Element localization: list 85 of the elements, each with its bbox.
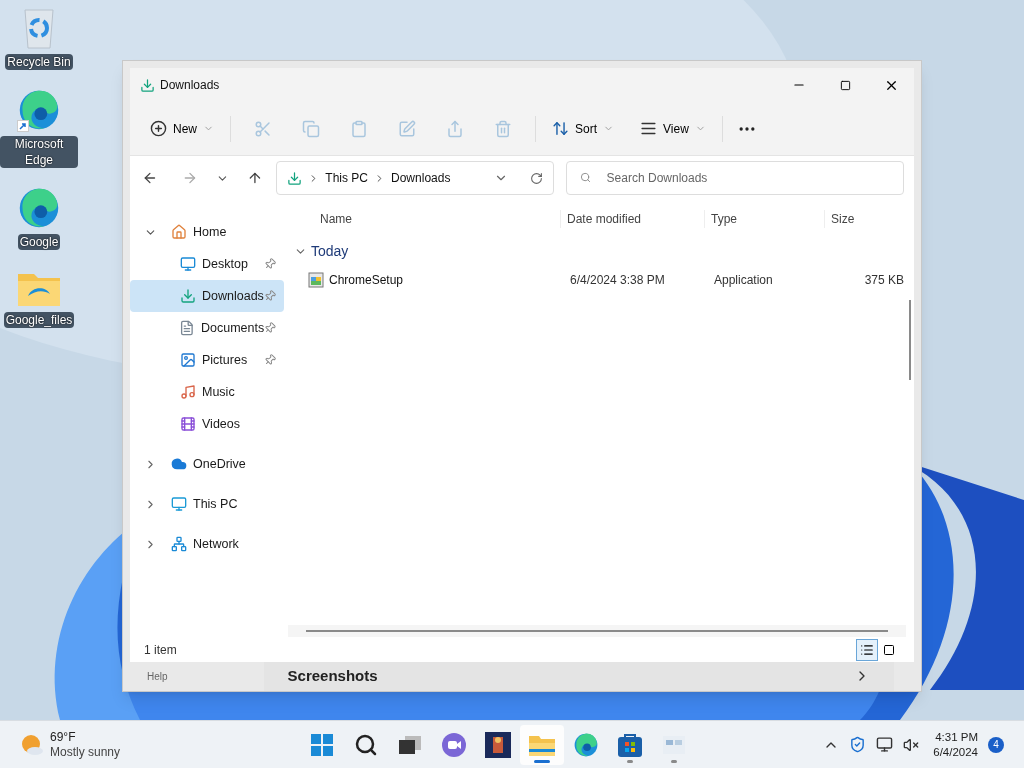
download-icon xyxy=(180,288,196,304)
nav-item[interactable]: Network xyxy=(130,528,284,560)
music-icon xyxy=(180,384,196,400)
column-header[interactable]: Name xyxy=(320,210,560,228)
nav-label: Videos xyxy=(202,415,241,433)
nav-label: Documents xyxy=(200,319,265,337)
new-button[interactable]: New xyxy=(142,112,222,145)
nav-item[interactable]: OneDrive xyxy=(130,448,284,480)
download-icon xyxy=(287,170,303,186)
screenshots-row[interactable]: Screenshots xyxy=(263,661,894,691)
nav-label: Music xyxy=(202,383,236,401)
search-icon[interactable] xyxy=(354,732,379,757)
video-icon xyxy=(180,416,196,432)
chat-icon[interactable] xyxy=(441,731,468,758)
table-cell-text: 375 KB xyxy=(863,272,904,289)
maximize-icon xyxy=(839,79,851,91)
icon-label[interactable]: Google_files xyxy=(3,312,75,328)
back-icon[interactable] xyxy=(142,170,158,186)
view-button[interactable]: View xyxy=(632,112,714,145)
search-field[interactable]: Search Downloads xyxy=(565,161,904,195)
nav-item[interactable]: Documents xyxy=(130,312,284,344)
start-icon[interactable] xyxy=(310,732,335,757)
task-view-icon[interactable] xyxy=(398,734,423,755)
table-cell-text: Application xyxy=(713,272,774,289)
nav-label: Downloads xyxy=(202,287,264,305)
edge-icon[interactable] xyxy=(17,186,61,230)
document-icon xyxy=(179,320,195,336)
column-header[interactable]: Size xyxy=(824,210,902,228)
nav-label: OneDrive xyxy=(193,455,247,473)
nav-item[interactable]: Home xyxy=(130,216,284,248)
nav-label: Network xyxy=(193,535,240,553)
breadcrumb[interactable]: This PC xyxy=(325,169,369,187)
group-header[interactable]: Today xyxy=(311,240,349,262)
nav-item[interactable]: Pictures xyxy=(130,344,284,376)
monitor-icon xyxy=(171,496,187,512)
nav-item[interactable]: Videos xyxy=(130,408,284,440)
horizontal-scrollbar[interactable] xyxy=(288,625,906,637)
weather-text: Mostly sunny xyxy=(50,744,121,760)
icon-label[interactable]: Microsoft Edge xyxy=(0,136,78,168)
nav-item[interactable]: This PC xyxy=(130,488,284,520)
plus-icon xyxy=(150,120,167,137)
nav-item[interactable]: Desktop xyxy=(130,248,284,280)
nav-label: Desktop xyxy=(202,255,249,273)
shortcut-arrow-icon xyxy=(17,120,29,132)
desktop-icon xyxy=(180,256,196,272)
nav-label: Pictures xyxy=(202,351,249,369)
clock[interactable]: 4:31 PM 6/4/2024 xyxy=(933,729,978,760)
home-icon xyxy=(171,224,187,240)
address-bar[interactable]: This PC Downloads xyxy=(276,161,554,195)
notification-badge[interactable]: 4 xyxy=(988,736,1004,753)
picture-icon xyxy=(180,352,196,368)
nav-item[interactable]: Downloads xyxy=(130,280,284,312)
square-icon xyxy=(883,643,895,656)
column-header[interactable]: Date modified xyxy=(560,210,704,228)
window-title: Downloads xyxy=(160,77,220,94)
download-icon xyxy=(140,77,155,93)
details-view-button[interactable] xyxy=(856,638,878,661)
icon-label[interactable]: Google xyxy=(17,234,61,250)
icon-label[interactable]: Recycle Bin xyxy=(5,54,73,70)
search-icon xyxy=(579,172,591,183)
sort-button[interactable]: Sort xyxy=(544,112,623,145)
column-header[interactable]: Type xyxy=(704,210,824,228)
edge-icon[interactable] xyxy=(17,88,61,132)
breadcrumb[interactable]: Downloads xyxy=(391,169,451,187)
lines-icon xyxy=(640,120,658,137)
network-icon xyxy=(171,536,187,552)
help-link[interactable]: Help xyxy=(147,668,168,684)
sort-icon xyxy=(552,120,569,137)
temperature: 69°F xyxy=(50,729,77,745)
file-name[interactable]: ChromeSetup xyxy=(329,271,564,289)
nav-label: Home xyxy=(193,223,228,241)
store-icon[interactable] xyxy=(617,731,644,758)
photo-app-icon[interactable] xyxy=(485,731,512,758)
table-cell-text: 6/4/2024 3:38 PM xyxy=(569,272,666,289)
application-icon xyxy=(308,272,324,288)
list-icon xyxy=(860,642,874,657)
cloud-icon xyxy=(171,456,187,472)
network-icon[interactable] xyxy=(876,736,894,753)
status-text: 1 item xyxy=(144,641,177,659)
edge-icon[interactable] xyxy=(573,731,600,758)
mute-icon[interactable] xyxy=(903,736,920,753)
shield-icon[interactable] xyxy=(849,736,867,753)
nav-item[interactable]: Music xyxy=(130,376,284,408)
refresh-icon[interactable] xyxy=(529,171,543,185)
nav-label: This PC xyxy=(193,495,239,513)
